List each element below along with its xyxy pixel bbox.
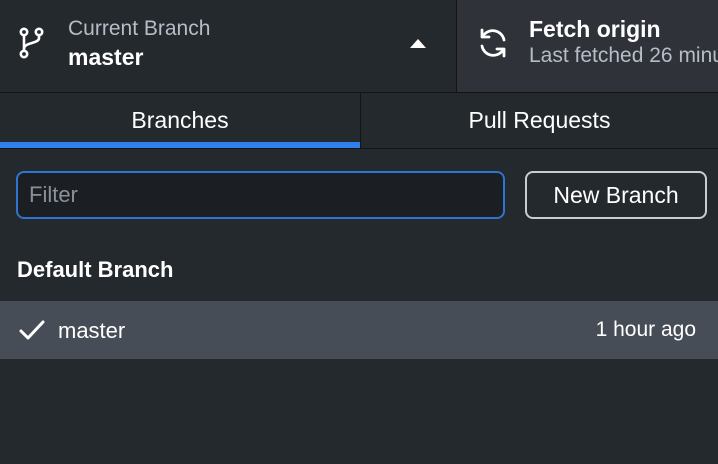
tab-branches[interactable]: Branches — [0, 93, 360, 148]
selected-tab-indicator — [0, 142, 360, 148]
toolbar: Current Branch master Fetch origin Last … — [0, 0, 718, 93]
fetch-origin-button[interactable]: Fetch origin Last fetched 26 minutes ago — [456, 0, 718, 92]
git-branch-icon — [19, 27, 44, 59]
branch-list-item[interactable]: master 1 hour ago — [0, 301, 718, 359]
filter-input[interactable] — [16, 171, 505, 219]
caret-up-icon — [410, 39, 426, 48]
default-branch-header: Default Branch — [17, 257, 174, 282]
tab-bar: Branches Pull Requests — [0, 93, 718, 149]
fetch-origin-title: Fetch origin — [529, 16, 661, 42]
current-branch-button[interactable]: Current Branch master — [0, 0, 456, 92]
last-fetched-text: Last fetched 26 minutes ago — [529, 44, 718, 67]
current-branch-name: master — [68, 44, 144, 70]
new-branch-button[interactable]: New Branch — [525, 171, 707, 219]
current-branch-caption: Current Branch — [68, 17, 211, 40]
branch-last-updated: 1 hour ago — [595, 318, 696, 341]
tab-pull-requests[interactable]: Pull Requests — [360, 93, 718, 148]
check-icon — [19, 320, 45, 340]
sync-icon — [480, 28, 506, 58]
branch-name: master — [58, 318, 126, 343]
